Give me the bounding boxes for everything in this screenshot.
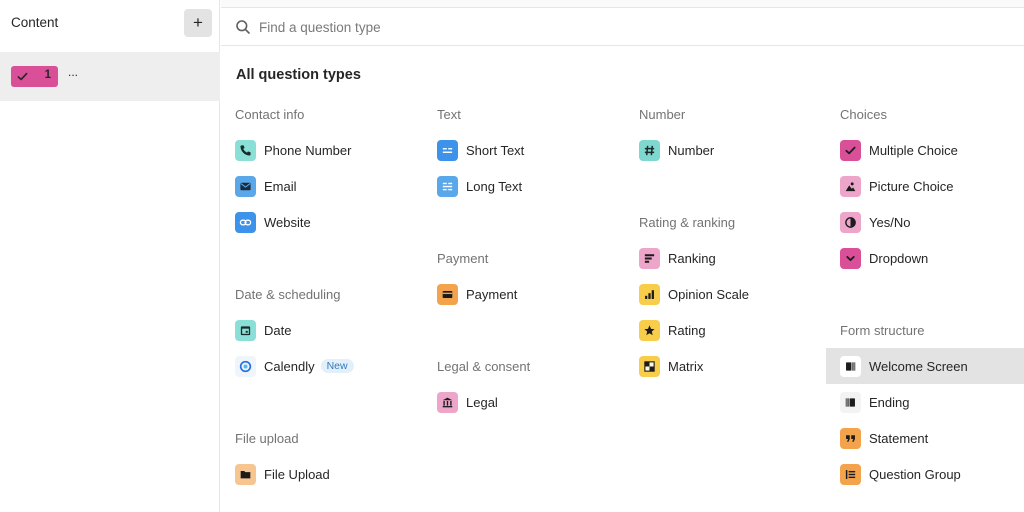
top-border — [221, 0, 1024, 8]
half-circle-icon — [840, 211, 861, 233]
link-icon — [235, 211, 256, 233]
section-label-text: Text — [437, 107, 461, 122]
phone-icon — [235, 139, 256, 161]
search-icon — [236, 20, 250, 34]
question-type-ranking[interactable]: Ranking — [639, 240, 716, 276]
question-type-yes-no[interactable]: Yes/No — [840, 204, 910, 240]
email-icon — [235, 175, 256, 197]
checkmark-icon — [840, 139, 861, 161]
ranking-icon — [639, 247, 660, 269]
calendly-icon — [235, 355, 256, 377]
question-type-badge: 1 — [11, 66, 58, 87]
question-type-statement[interactable]: Statement — [840, 420, 928, 456]
folder-icon — [235, 463, 256, 485]
question-type-short-text[interactable]: Short Text — [437, 132, 524, 168]
question-type-label: Welcome Screen — [869, 358, 968, 374]
question-type-dropdown[interactable]: Dropdown — [840, 240, 928, 276]
sidebar: Content + 1 ... — [0, 0, 220, 512]
section-label-legal-consent: Legal & consent — [437, 359, 531, 374]
question-type-email[interactable]: Email — [235, 168, 297, 204]
credit-card-icon — [437, 283, 458, 305]
question-type-legal[interactable]: Legal — [437, 384, 498, 420]
question-type-website[interactable]: Website — [235, 204, 311, 240]
section-label-file-upload: File upload — [235, 431, 299, 446]
question-type-matrix[interactable]: Matrix — [639, 348, 703, 384]
question-type-label: Payment — [466, 286, 518, 302]
search-input[interactable] — [259, 15, 859, 39]
welcome-screen-icon — [840, 355, 861, 377]
question-type-ending[interactable]: Ending — [840, 384, 909, 420]
question-type-label: Website — [264, 214, 311, 230]
question-type-picture-choice[interactable]: Picture Choice — [840, 168, 954, 204]
question-number: 1 — [44, 69, 51, 81]
new-badge: New — [320, 359, 354, 373]
checkmark-icon — [17, 72, 28, 81]
section-label-payment: Payment — [437, 251, 489, 266]
question-type-long-text[interactable]: Long Text — [437, 168, 522, 204]
question-type-label: Statement — [869, 430, 929, 446]
bar-chart-icon — [639, 283, 660, 305]
question-type-label: Ending — [869, 394, 910, 410]
question-type-number[interactable]: Number — [639, 132, 714, 168]
question-type-label: Legal — [466, 394, 498, 410]
question-type-file-upload[interactable]: File Upload — [235, 456, 330, 492]
question-group-icon — [840, 463, 861, 485]
long-text-icon — [437, 175, 458, 197]
section-label-rating-ranking: Rating & ranking — [639, 215, 736, 230]
question-title-placeholder: ... — [68, 65, 79, 79]
question-type-label: Picture Choice — [869, 178, 954, 194]
quote-icon — [840, 427, 861, 449]
section-label-number: Number — [639, 107, 686, 122]
question-type-opinion-scale[interactable]: Opinion Scale — [639, 276, 749, 312]
question-type-label: Yes/No — [869, 214, 911, 230]
bank-icon — [437, 391, 458, 413]
sidebar-header: Content + — [0, 0, 220, 46]
question-type-label: Ranking — [668, 250, 716, 266]
section-label-choices: Choices — [840, 107, 887, 122]
sidebar-question-item[interactable]: 1 — [0, 52, 220, 101]
question-type-phone-number[interactable]: Phone Number — [235, 132, 351, 168]
short-text-icon — [437, 139, 458, 161]
question-type-rating[interactable]: Rating — [639, 312, 706, 348]
add-content-button[interactable]: + — [184, 9, 212, 37]
section-label-form-structure: Form structure — [840, 323, 925, 338]
sidebar-title: Content — [11, 15, 59, 30]
question-type-label: Opinion Scale — [668, 286, 749, 302]
question-type-date[interactable]: Date — [235, 312, 291, 348]
question-type-label: File Upload — [264, 466, 330, 482]
question-type-label: Short Text — [466, 142, 525, 158]
question-type-label: Phone Number — [264, 142, 352, 158]
question-type-label: Date — [264, 322, 292, 338]
question-type-label: Long Text — [466, 178, 523, 194]
question-type-multiple-choice[interactable]: Multiple Choice — [840, 132, 958, 168]
section-label-date-scheduling: Date & scheduling — [235, 287, 341, 302]
matrix-icon — [639, 355, 660, 377]
page-title: All question types — [236, 67, 361, 83]
image-icon — [840, 175, 861, 197]
question-type-label: Rating — [668, 322, 706, 338]
hash-icon — [639, 139, 660, 161]
section-label-contact-info: Contact info — [235, 107, 305, 122]
question-type-label: Dropdown — [869, 250, 929, 266]
question-type-label: Multiple Choice — [869, 142, 958, 158]
chevron-down-icon — [840, 247, 861, 269]
calendar-icon — [235, 319, 256, 341]
question-type-question-group[interactable]: Question Group — [840, 456, 961, 492]
search-bar — [221, 9, 1024, 46]
question-type-welcome-screen[interactable]: Welcome Screen — [826, 348, 1024, 384]
question-type-payment[interactable]: Payment — [437, 276, 517, 312]
question-type-label: Matrix — [668, 358, 704, 374]
ending-icon — [840, 391, 861, 413]
star-icon — [639, 319, 660, 341]
question-type-label: Number — [668, 142, 715, 158]
question-type-label: Question Group — [869, 466, 961, 482]
question-type-label: Email — [264, 178, 297, 194]
question-type-calendly[interactable]: Calendly New — [235, 348, 354, 384]
question-type-label: Calendly — [264, 358, 315, 374]
